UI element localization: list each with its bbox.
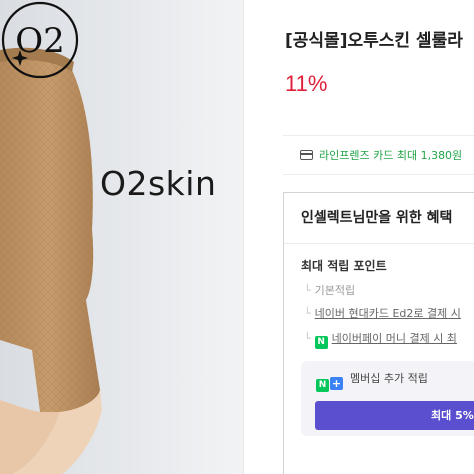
divider bbox=[284, 243, 474, 244]
tree-branch-icon: └ bbox=[304, 332, 311, 345]
membership-card: N + 멤버십 추가 적립 최대 5% bbox=[301, 361, 474, 436]
product-image[interactable]: O2 O2skin bbox=[0, 0, 243, 474]
svg-text:O2: O2 bbox=[15, 21, 65, 61]
tree-branch-icon: └ bbox=[304, 307, 311, 320]
point-item-link[interactable]: 네이버페이 머니 결제 시 최 bbox=[332, 332, 457, 345]
benefit-heading: 인셀렉트님만을 위한 혜택 bbox=[301, 210, 453, 226]
card-promo-row[interactable]: 라인프렌즈 카드 최대 1,380원 bbox=[283, 135, 474, 175]
brand-logo-icon: O2 bbox=[1, 1, 79, 79]
point-item-label: 기본적립 bbox=[314, 284, 356, 297]
plus-icon: + bbox=[330, 377, 343, 390]
membership-label: 멤버십 추가 적립 bbox=[350, 372, 428, 385]
points-title: 최대 적립 포인트 bbox=[301, 259, 387, 273]
point-item-basic: └ 기본적립 bbox=[304, 283, 355, 298]
naver-pay-icon: N bbox=[314, 336, 328, 349]
membership-button[interactable]: 최대 5% bbox=[315, 401, 474, 430]
product-detail-page: O2 O2skin [공식몰]오투스킨 셀룰라 11% 라인프렌즈 카드 최대 … bbox=[0, 0, 474, 474]
point-item-npay[interactable]: └ N 네이버페이 머니 결제 시 최 bbox=[304, 331, 457, 349]
benefit-box: 인셀렉트님만을 위한 혜택 최대 적립 포인트 └ 기본적립 └ 네이버 현대카드 … bbox=[283, 192, 474, 474]
point-item-card[interactable]: └ 네이버 현대카드 Ed2로 결제 시 bbox=[304, 306, 461, 321]
point-item-link[interactable]: 네이버 현대카드 Ed2로 결제 시 bbox=[315, 307, 461, 320]
product-title: [공식몰]오투스킨 셀룰라 bbox=[285, 31, 463, 51]
naver-n-icon: N bbox=[316, 379, 329, 392]
credit-card-icon bbox=[300, 150, 313, 160]
card-promo-text: 라인프렌즈 카드 최대 1,380원 bbox=[319, 149, 463, 162]
brand-logo-text: O2skin bbox=[100, 164, 217, 203]
membership-badges: N + bbox=[316, 372, 343, 392]
discount-rate: 11% bbox=[285, 71, 328, 96]
tree-branch-icon: └ bbox=[304, 284, 311, 297]
panel-divider bbox=[243, 0, 244, 474]
